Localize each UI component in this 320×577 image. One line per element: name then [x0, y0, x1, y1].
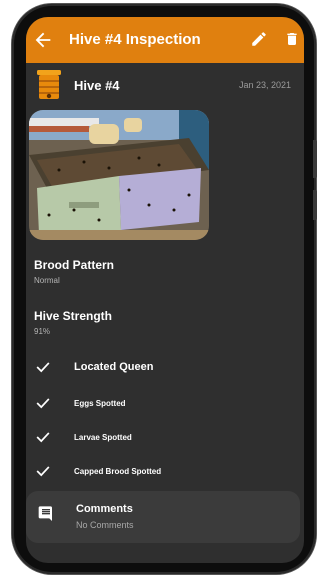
comments-value: No Comments	[76, 520, 134, 530]
checklist-item-located-queen[interactable]: Located Queen	[26, 355, 304, 381]
checklist-item-eggs-spotted[interactable]: Eggs Spotted	[26, 391, 304, 417]
brood-pattern-value: Normal	[34, 276, 60, 285]
brood-pattern-field: Brood Pattern Normal	[34, 258, 114, 285]
hive-photo-image	[29, 110, 209, 240]
checklist-label: Capped Brood Spotted	[74, 467, 162, 476]
pencil-icon[interactable]	[250, 30, 268, 48]
checklist-label: Located Queen	[74, 361, 154, 373]
comments-title: Comments	[76, 503, 133, 515]
checklist-label: Eggs Spotted	[74, 399, 126, 408]
hive-strength-field: Hive Strength 91%	[34, 309, 112, 336]
check-icon	[36, 398, 50, 409]
app-bar: Hive #4 Inspection	[26, 17, 304, 63]
comment-icon	[38, 506, 52, 521]
beehive-icon	[37, 70, 61, 99]
hive-photo[interactable]	[29, 110, 209, 240]
check-icon	[36, 362, 50, 373]
checklist-label: Larvae Spotted	[74, 433, 132, 442]
hive-header: Hive #4 Jan 23, 2021	[26, 67, 304, 107]
volume-button	[313, 140, 317, 178]
check-icon	[36, 466, 50, 477]
page-title: Hive #4 Inspection	[69, 31, 201, 48]
hive-strength-value: 91%	[34, 327, 51, 336]
comments-card[interactable]: Comments No Comments	[26, 491, 300, 543]
checklist-item-capped-brood-spotted[interactable]: Capped Brood Spotted	[26, 459, 304, 485]
trash-icon[interactable]	[284, 30, 300, 48]
power-button	[313, 190, 317, 220]
arrow-back-icon[interactable]	[32, 29, 54, 51]
check-icon	[36, 432, 50, 443]
hive-strength-label: Hive Strength	[34, 309, 113, 323]
app-screen: Hive #4 Inspection Hive #4 Jan 23, 2021	[26, 17, 304, 563]
brood-pattern-label: Brood Pattern	[34, 258, 115, 272]
checklist-item-larvae-spotted[interactable]: Larvae Spotted	[26, 425, 304, 451]
inspection-date: Jan 23, 2021	[238, 80, 291, 90]
hive-name: Hive #4	[74, 78, 120, 93]
